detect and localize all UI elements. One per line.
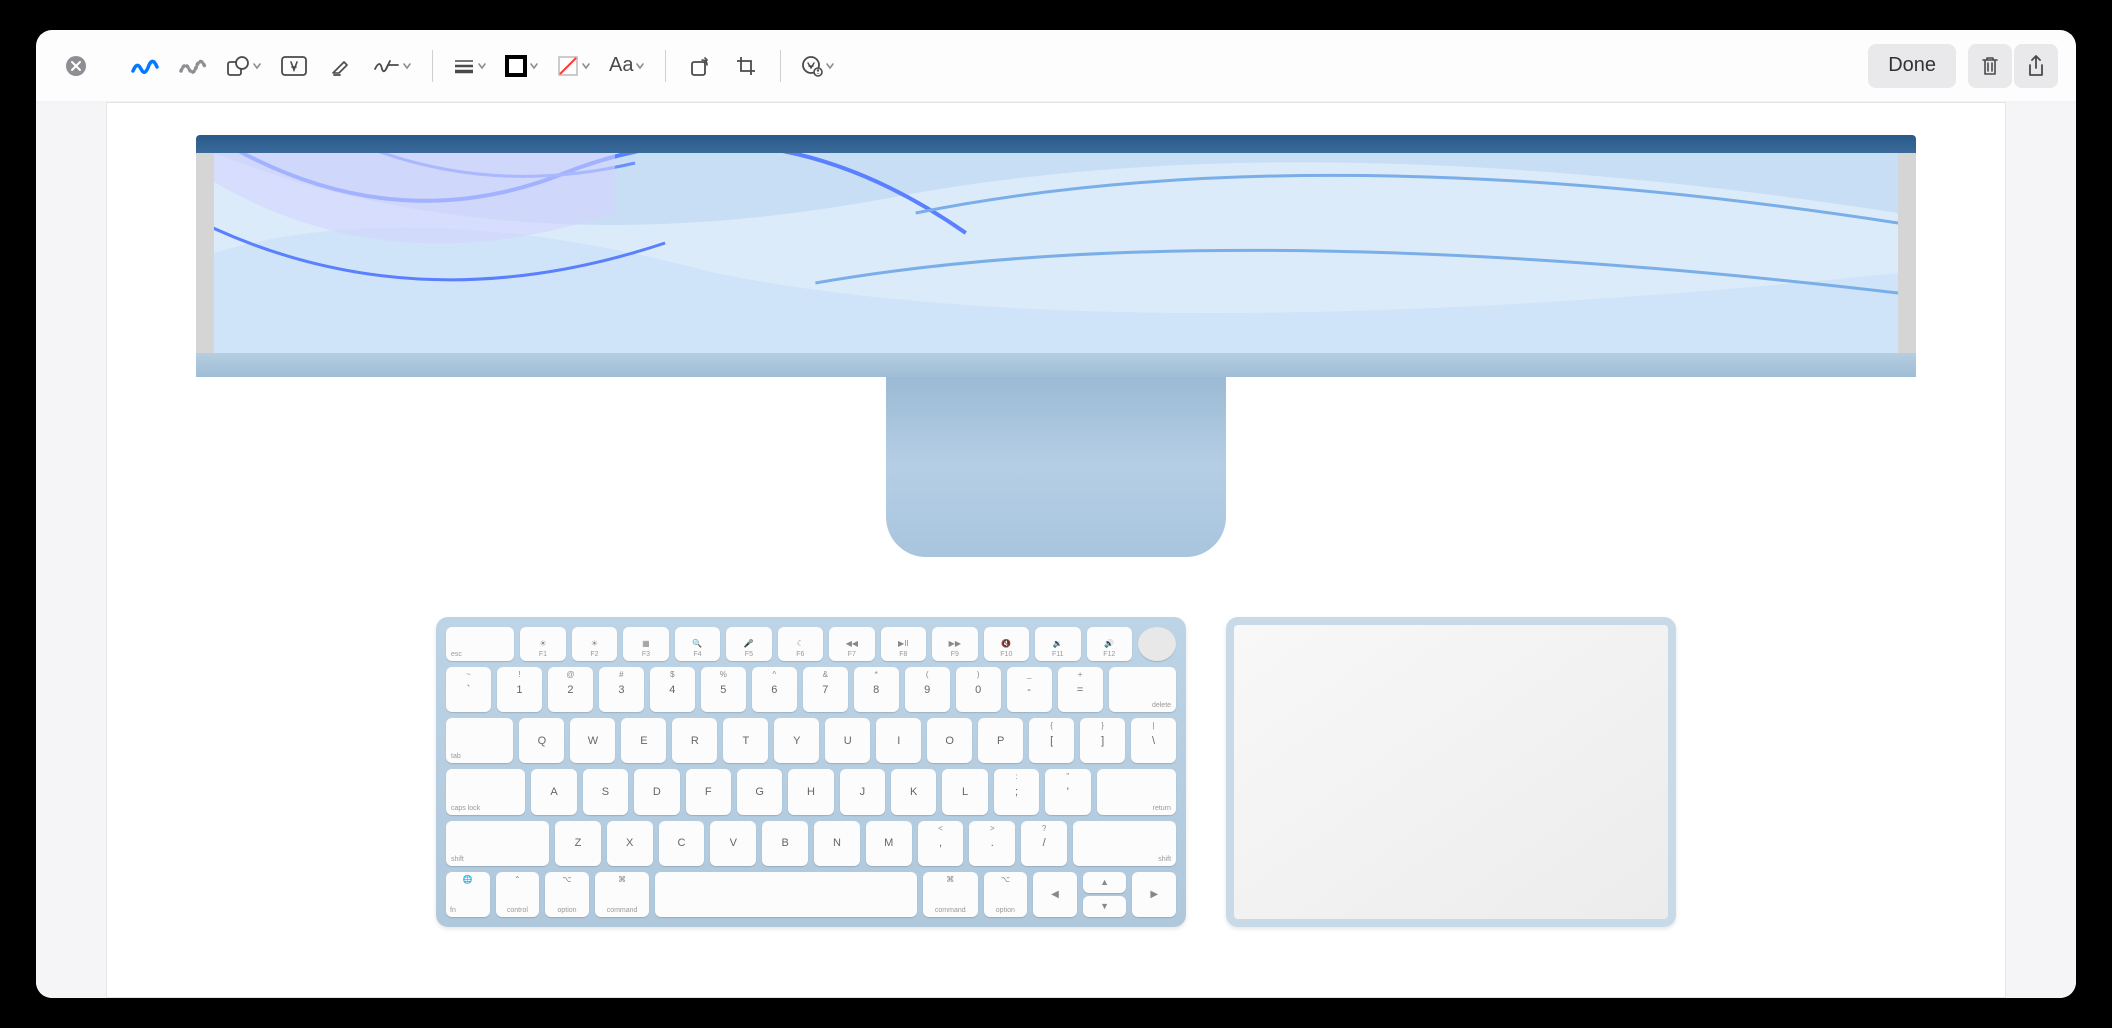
touch-id-key: [1138, 627, 1176, 661]
annotate-button[interactable]: [793, 44, 843, 88]
pen-tool-button[interactable]: [122, 44, 168, 88]
crop-button[interactable]: [724, 44, 768, 88]
separator: [665, 50, 666, 82]
text-style-button[interactable]: Aa: [601, 44, 653, 88]
share-icon: [2026, 54, 2046, 78]
markup-toolbar: Aa Done: [36, 30, 2076, 102]
separator: [780, 50, 781, 82]
canvas-area: esc ☀F1 ☀F2 ▦F3 🔍F4 🎤F5 ☾F6 ◀◀F7 ▶IIF8 ▶…: [36, 102, 2076, 998]
rotate-icon: [689, 55, 711, 77]
highlighter-scribble-icon: [178, 55, 208, 77]
rotate-button[interactable]: [678, 44, 722, 88]
chevron-down-icon: [252, 61, 262, 71]
trash-button[interactable]: [1968, 44, 2012, 88]
sign-button[interactable]: [364, 44, 420, 88]
trash-icon: [1980, 55, 2000, 77]
close-button[interactable]: [54, 44, 98, 88]
chevron-down-icon: [477, 61, 487, 71]
trackpad-image: [1226, 617, 1676, 927]
shapes-icon: [226, 55, 250, 77]
signature-icon: [372, 55, 400, 77]
imac-image: [196, 135, 1916, 557]
border-color-icon: [505, 55, 527, 77]
chevron-down-icon: [581, 61, 591, 71]
fill-color-button[interactable]: [549, 44, 599, 88]
image-canvas[interactable]: esc ☀F1 ☀F2 ▦F3 🔍F4 🎤F5 ☾F6 ◀◀F7 ▶IIF8 ▶…: [106, 102, 2006, 998]
text-box-icon: [281, 56, 307, 76]
chevron-down-icon: [529, 61, 539, 71]
share-button[interactable]: [2014, 44, 2058, 88]
image-description-icon: [801, 55, 823, 77]
chevron-down-icon: [825, 61, 835, 71]
fill-color-icon: [557, 55, 579, 77]
chevron-down-icon: [635, 61, 645, 71]
highlighter-tool-button[interactable]: [170, 44, 216, 88]
highlighter-pen-icon: [329, 55, 351, 77]
separator: [432, 50, 433, 82]
highlight-selection-button[interactable]: [318, 44, 362, 88]
text-box-button[interactable]: [272, 44, 316, 88]
crop-icon: [735, 55, 757, 77]
close-icon: [65, 55, 87, 77]
pen-scribble-icon: [130, 55, 160, 77]
shape-style-button[interactable]: [445, 44, 495, 88]
border-color-button[interactable]: [497, 44, 547, 88]
markup-window: Aa Done: [36, 30, 2076, 998]
line-weight-icon: [453, 58, 475, 74]
text-style-label: Aa: [609, 54, 633, 77]
done-button[interactable]: Done: [1868, 44, 1956, 88]
shapes-button[interactable]: [218, 44, 270, 88]
wallpaper-graphic: [214, 153, 1898, 353]
keyboard-image: esc ☀F1 ☀F2 ▦F3 🔍F4 🎤F5 ☾F6 ◀◀F7 ▶IIF8 ▶…: [436, 617, 1186, 927]
chevron-down-icon: [402, 61, 412, 71]
